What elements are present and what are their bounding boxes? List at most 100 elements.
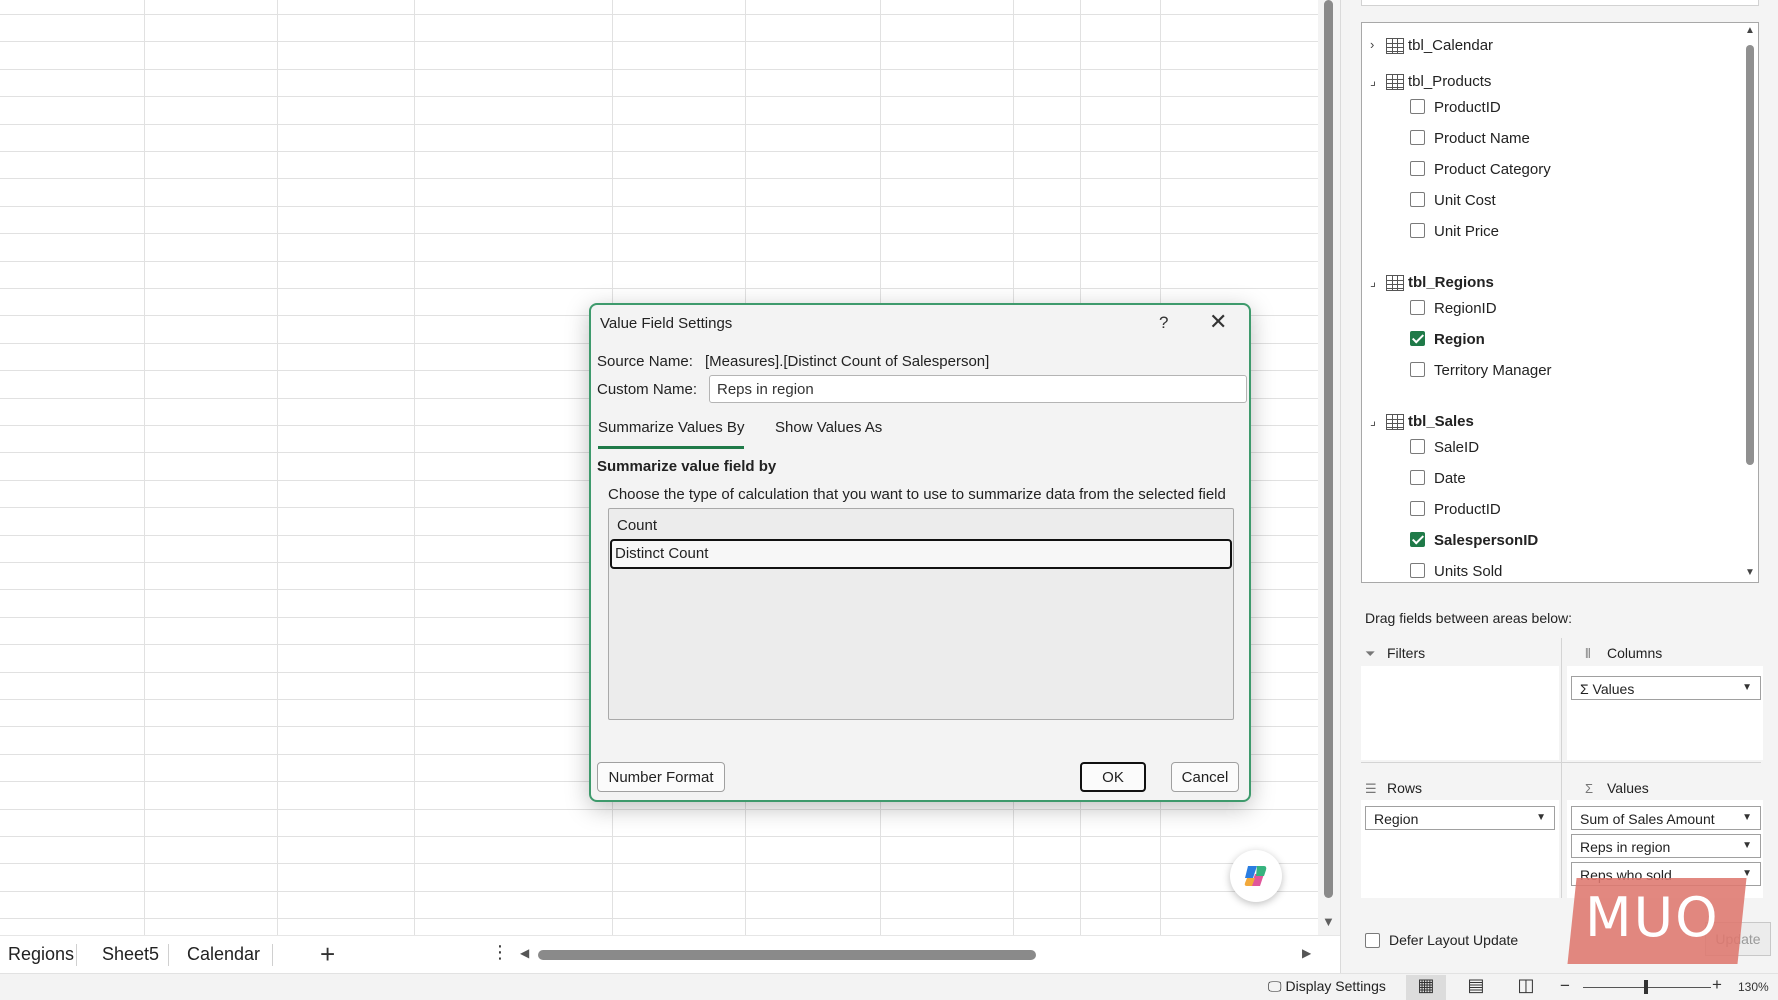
number-format-button[interactable]: Number Format (597, 762, 725, 792)
field-item[interactable]: SalespersonID (1410, 528, 1740, 552)
columns-chip-values[interactable]: Σ Values ▼ (1571, 676, 1761, 700)
field-checkbox[interactable] (1410, 439, 1425, 454)
rows-chip-region[interactable]: Region ▼ (1365, 806, 1555, 830)
field-checkbox[interactable] (1410, 300, 1425, 315)
field-checkbox[interactable] (1410, 99, 1425, 114)
defer-layout-checkbox[interactable] (1365, 933, 1380, 948)
zoom-in-icon[interactable]: + (1712, 975, 1722, 995)
help-icon[interactable]: ? (1159, 313, 1168, 333)
collapse-icon[interactable]: ⌟ (1370, 73, 1382, 89)
grid-column-line (277, 0, 278, 935)
add-sheet-button[interactable]: + (320, 939, 335, 970)
field-list-scroll-thumb[interactable] (1746, 45, 1754, 465)
table-node[interactable]: ⌟ tbl_Products (1362, 70, 1742, 94)
filter-icon: ⏷ (1365, 646, 1376, 661)
field-checkbox[interactable] (1410, 161, 1425, 176)
grid-row-line (0, 863, 1318, 864)
grid-row-line (0, 918, 1318, 919)
field-checkbox[interactable] (1410, 331, 1425, 346)
field-item[interactable]: ProductID (1410, 95, 1740, 119)
grid-row-line (0, 836, 1318, 837)
tab-summarize-values-by[interactable]: Summarize Values By (598, 419, 745, 449)
chevron-down-icon[interactable]: ▼ (1536, 812, 1546, 823)
tab-show-values-as[interactable]: Show Values As (775, 419, 882, 436)
field-checkbox[interactable] (1410, 470, 1425, 485)
chevron-down-icon[interactable]: ▼ (1742, 840, 1752, 851)
field-name: Unit Price (1434, 223, 1500, 240)
source-name-value: [Measures].[Distinct Count of Salesperso… (705, 353, 990, 370)
collapse-icon[interactable]: ⌟ (1370, 413, 1382, 429)
page-layout-view-icon[interactable]: ▤ (1456, 975, 1496, 1000)
field-name: Region (1434, 331, 1485, 348)
scroll-right-icon[interactable]: ▶ (1302, 946, 1311, 960)
scroll-down-icon[interactable]: ▼ (1745, 567, 1755, 578)
scroll-left-icon[interactable]: ◀ (520, 946, 529, 960)
pivot-fields-pane: › tbl_Calendar ⌟ tbl_Products ProductID Produ… (1340, 0, 1778, 973)
sheet-tab-regions[interactable]: Regions (0, 944, 82, 965)
zoom-out-icon[interactable]: − (1560, 976, 1570, 996)
chevron-down-icon[interactable]: ▼ (1742, 682, 1752, 693)
field-item[interactable]: SaleID (1410, 435, 1740, 459)
field-checkbox[interactable] (1410, 501, 1425, 516)
scroll-up-icon[interactable]: ▲ (1745, 25, 1755, 36)
field-checkbox[interactable] (1410, 130, 1425, 145)
area-divider (1561, 638, 1562, 898)
collapse-icon[interactable]: ⌟ (1370, 274, 1382, 290)
field-item[interactable]: Product Name (1410, 126, 1740, 150)
sheet-tab-sheet5[interactable]: Sheet5 (94, 944, 167, 965)
values-chip-reps-in-region[interactable]: Reps in region ▼ (1571, 834, 1761, 858)
cancel-button[interactable]: Cancel (1171, 762, 1239, 792)
horizontal-scroll-thumb[interactable] (538, 950, 1036, 960)
field-item[interactable]: Unit Cost (1410, 188, 1740, 212)
custom-name-input[interactable] (709, 375, 1247, 403)
values-chip-sum-sales[interactable]: Sum of Sales Amount ▼ (1571, 806, 1761, 830)
calculation-list[interactable]: Count Distinct Count (608, 508, 1234, 720)
field-name: Product Category (1434, 161, 1551, 178)
copilot-button[interactable] (1230, 850, 1282, 902)
sheet-tab-calendar[interactable]: Calendar (179, 944, 268, 965)
field-item[interactable]: Date (1410, 466, 1740, 490)
field-list[interactable]: › tbl_Calendar ⌟ tbl_Products ProductID Produ… (1361, 22, 1759, 583)
more-options-icon[interactable]: ⋮ (491, 942, 509, 963)
chevron-down-icon[interactable]: ▼ (1742, 812, 1752, 823)
section-description: Choose the type of calculation that you … (608, 486, 1226, 503)
value-field-settings-dialog: Value Field Settings ? ✕ Source Name: [M… (589, 303, 1251, 802)
field-list-scrollbar[interactable]: ▲ ▼ (1742, 23, 1758, 582)
field-item[interactable]: Units Sold (1410, 559, 1740, 582)
zoom-slider-handle[interactable] (1644, 980, 1648, 994)
scroll-down-icon[interactable]: ▼ (1322, 914, 1335, 929)
ok-button[interactable]: OK (1080, 762, 1146, 792)
table-name: tbl_Sales (1408, 413, 1474, 430)
filters-area-header: ⏷ Filters (1365, 645, 1425, 662)
close-icon[interactable]: ✕ (1209, 309, 1227, 335)
field-name: ProductID (1434, 501, 1501, 518)
search-box-edge (1361, 0, 1759, 6)
table-node[interactable]: ⌟ tbl_Sales (1362, 410, 1742, 434)
filters-drop-area[interactable] (1361, 666, 1559, 760)
field-checkbox[interactable] (1410, 563, 1425, 578)
calc-option-count[interactable]: Count (613, 513, 661, 538)
field-item[interactable]: Unit Price (1410, 219, 1740, 243)
table-node[interactable]: ⌟ tbl_Regions (1362, 271, 1742, 295)
field-checkbox[interactable] (1410, 362, 1425, 377)
normal-view-icon[interactable]: ▦ (1406, 975, 1446, 1000)
zoom-level[interactable]: 130% (1738, 980, 1769, 994)
vertical-scrollbar[interactable]: ▼ (1318, 0, 1340, 935)
field-item[interactable]: Territory Manager (1410, 358, 1740, 382)
field-item[interactable]: ProductID (1410, 497, 1740, 521)
field-item[interactable]: RegionID (1410, 296, 1740, 320)
field-item[interactable]: Region (1410, 327, 1740, 351)
field-checkbox[interactable] (1410, 223, 1425, 238)
vertical-scroll-thumb[interactable] (1324, 0, 1333, 898)
calc-option-distinct-count[interactable]: Distinct Count (610, 539, 1232, 569)
page-break-view-icon[interactable]: ◫ (1506, 975, 1546, 1000)
expand-icon[interactable]: › (1370, 37, 1382, 52)
table-node[interactable]: › tbl_Calendar (1362, 34, 1742, 58)
grid-row-line (0, 288, 1318, 289)
field-checkbox[interactable] (1410, 192, 1425, 207)
field-item[interactable]: Product Category (1410, 157, 1740, 181)
tab-separator (168, 944, 169, 966)
display-settings-button[interactable]: 🖵 Display Settings (1268, 978, 1386, 995)
field-checkbox[interactable] (1410, 532, 1425, 547)
columns-area-header: ⦀ Columns (1585, 645, 1662, 662)
